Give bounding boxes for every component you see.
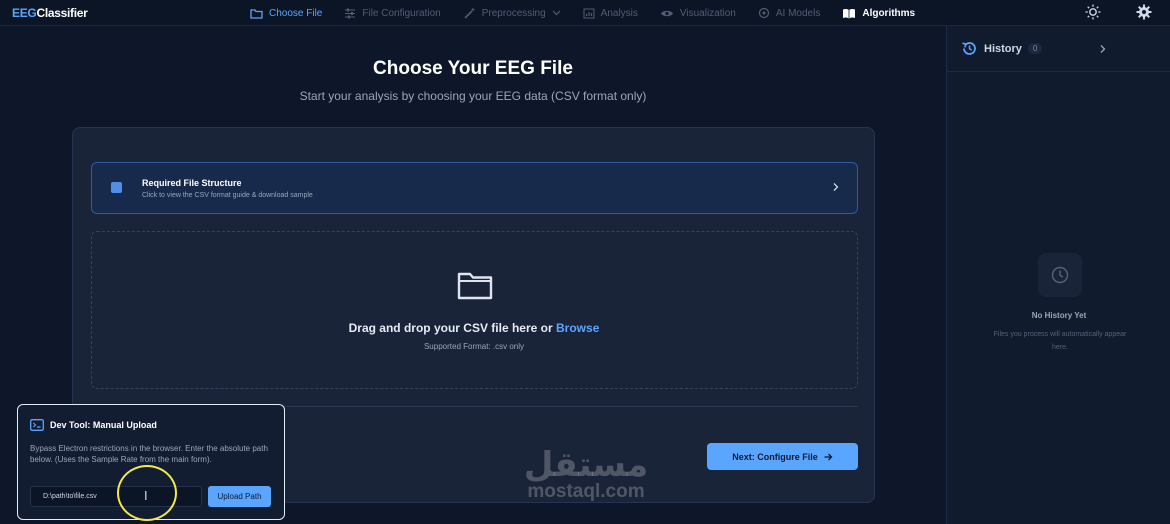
supported-format-text: Supported Format: .csv only <box>423 342 525 351</box>
step-navigation: Choose File File Configuration Preproces… <box>250 0 937 26</box>
sliders-icon <box>345 8 356 18</box>
dropzone-text: Drag and drop your CSV file here or Brow… <box>348 321 600 335</box>
file-dropzone[interactable]: Drag and drop your CSV file here or Brow… <box>91 231 858 389</box>
brain-icon <box>758 7 769 19</box>
history-title: History <box>984 42 1022 55</box>
eye-icon <box>660 10 673 16</box>
magic-wand-icon <box>464 7 475 19</box>
nav-label: File Configuration <box>362 7 441 19</box>
folder-icon <box>250 8 263 19</box>
nav-label: Preprocessing <box>481 7 546 19</box>
app-logo[interactable]: EEGClassifier <box>12 6 88 20</box>
browse-link[interactable]: Browse <box>556 321 599 335</box>
page-title: Choose Your EEG File <box>373 58 573 79</box>
settings-gear-icon[interactable] <box>1136 4 1152 25</box>
chevron-right-icon[interactable] <box>1099 44 1107 54</box>
watermark: مستقل mostaql.com <box>523 445 649 502</box>
dev-tool-description: Bypass Electron restrictions in the brow… <box>30 444 268 464</box>
required-file-structure-button[interactable]: Required File Structure Click to view th… <box>91 162 858 214</box>
document-icon <box>111 182 122 193</box>
nav-ai-models[interactable]: AI Models <box>758 7 820 19</box>
empty-history-text: Files you process will automatically app… <box>993 331 1127 351</box>
required-structure-title: Required File Structure <box>142 178 242 188</box>
history-sidebar: History 0 No History Yet Files you proce… <box>946 26 1170 524</box>
top-navigation-bar: EEGClassifier Choose File File Configura… <box>0 0 1170 26</box>
nav-label: Algorithms <box>862 7 916 19</box>
chevron-down-icon <box>552 10 561 16</box>
page-subtitle: Start your analysis by choosing your EEG… <box>299 89 647 103</box>
theme-toggle-sun-icon[interactable] <box>1085 4 1101 25</box>
nav-analysis[interactable]: Analysis <box>583 8 638 19</box>
required-structure-subtitle: Click to view the CSV format guide & dow… <box>142 192 313 199</box>
nav-visualization[interactable]: Visualization <box>660 8 736 19</box>
nav-label: Analysis <box>600 7 638 19</box>
empty-history-clock-icon <box>1038 253 1082 297</box>
nav-label: AI Models <box>775 7 821 19</box>
chart-icon <box>583 8 595 18</box>
nav-label: Visualization <box>679 7 736 19</box>
history-header[interactable]: History 0 <box>947 26 1170 72</box>
upload-path-button[interactable]: Upload Path <box>208 486 271 507</box>
nav-label: Choose File <box>269 7 323 19</box>
empty-history-title: No History Yet <box>1031 311 1087 320</box>
terminal-icon <box>30 419 44 431</box>
nav-file-configuration[interactable]: File Configuration <box>344 7 441 19</box>
chevron-right-icon <box>833 183 839 191</box>
nav-algorithms[interactable]: Algorithms <box>842 8 915 19</box>
next-configure-file-button[interactable]: Next: Configure File <box>707 443 858 470</box>
arrow-right-icon <box>824 453 833 460</box>
text-cursor-icon: I <box>144 488 148 503</box>
nav-preprocessing[interactable]: Preprocessing <box>463 7 561 19</box>
folder-icon <box>457 272 493 300</box>
nav-choose-file[interactable]: Choose File <box>250 8 322 19</box>
book-icon <box>843 8 856 18</box>
history-count-badge: 0 <box>1027 43 1043 54</box>
history-icon <box>962 42 976 55</box>
dev-tool-title: Dev Tool: Manual Upload <box>50 420 157 430</box>
